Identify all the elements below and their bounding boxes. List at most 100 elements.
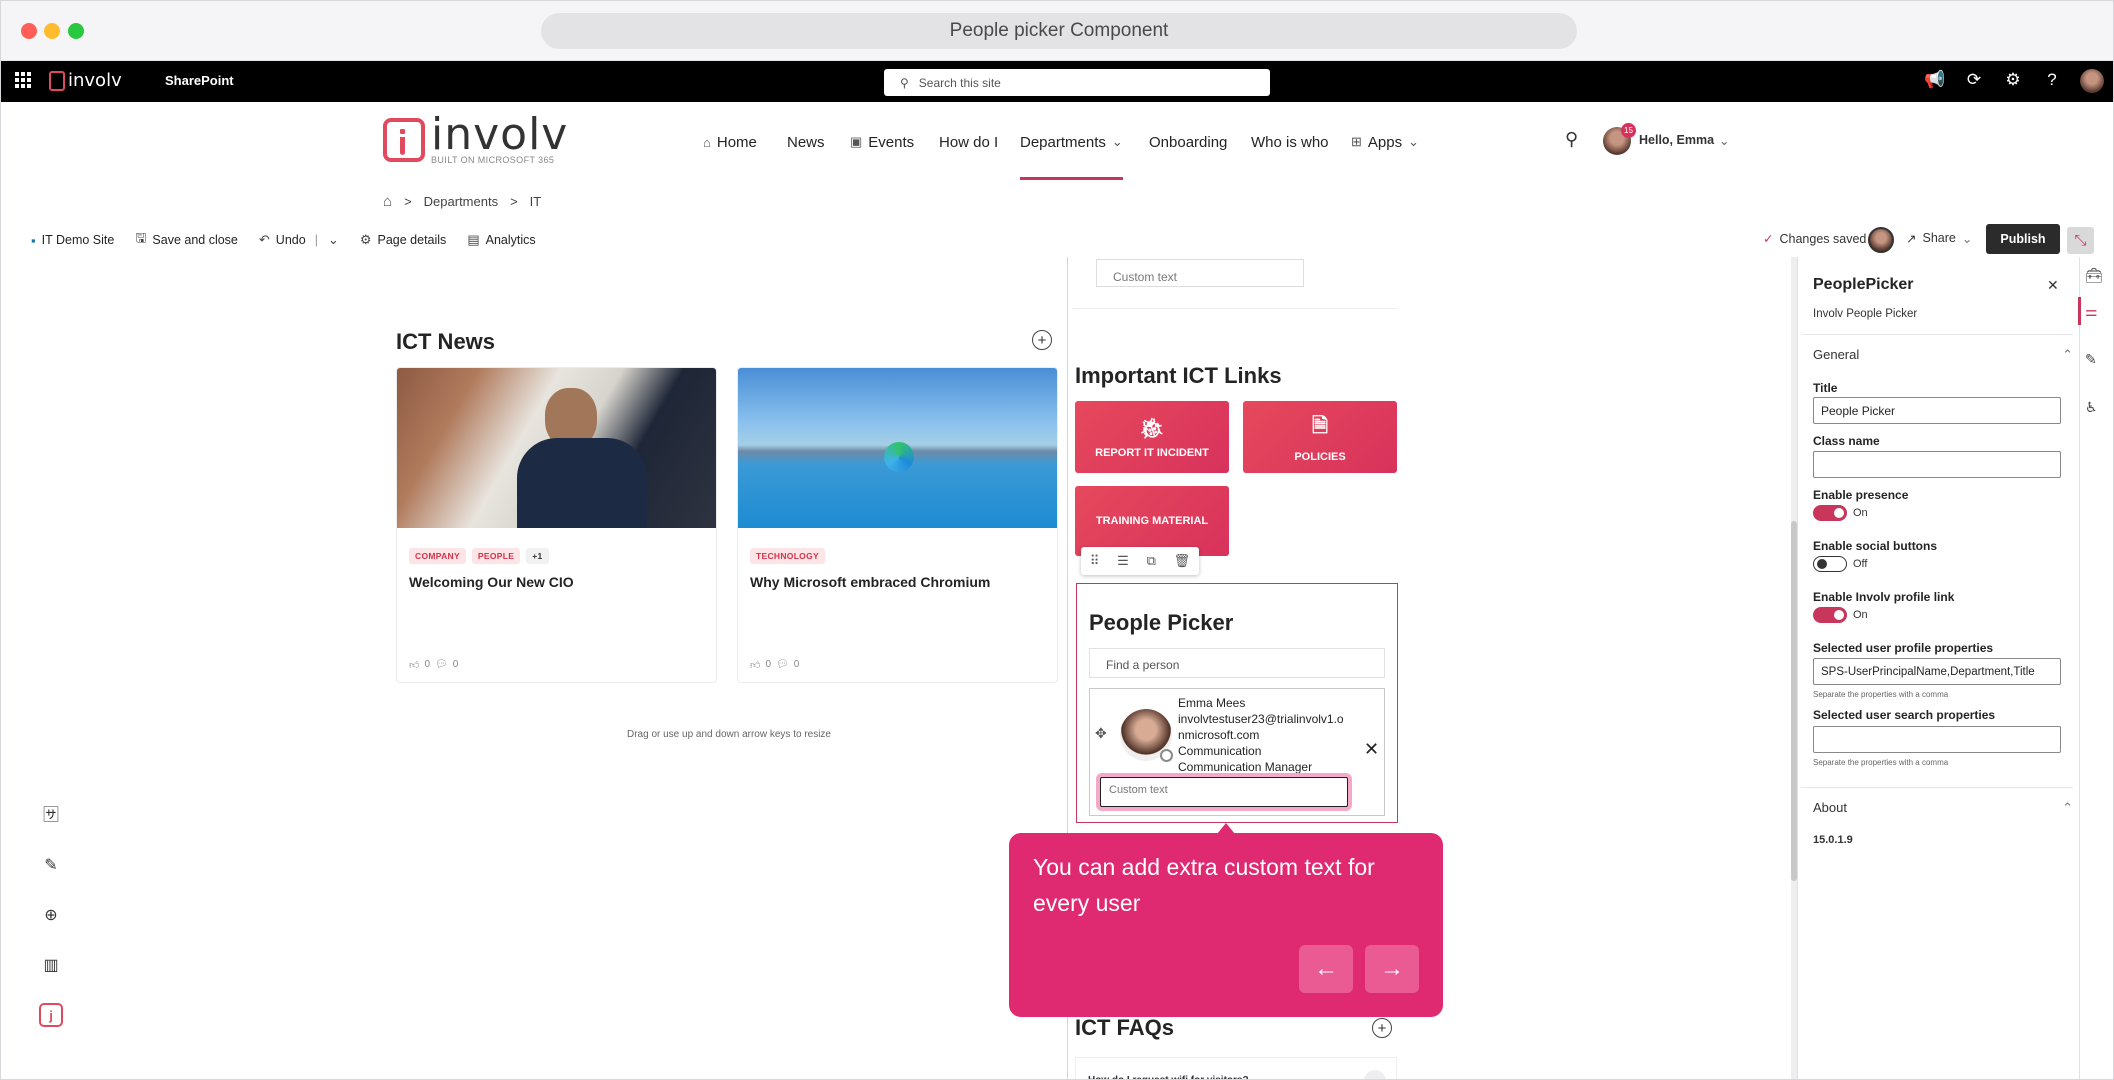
nav-item-onboarding[interactable]: Onboarding [1149,129,1227,155]
suite-logo[interactable]: involv [49,70,122,91]
app-name[interactable]: SharePoint [165,73,234,88]
undo-dropdown[interactable]: | ⌄ [315,232,339,248]
news-tag[interactable]: PEOPLE [471,548,521,564]
chevron-down-icon: ⌄ [327,232,339,247]
minimize-window-button[interactable] [44,23,60,39]
comment-icon[interactable]: 💬︎ [435,659,448,671]
megaphone-icon[interactable]: 📢 [1924,70,1946,90]
comment-icon[interactable]: 💬︎ [776,659,789,671]
user-menu[interactable]: Hello, Emma ⌄ [1639,133,1730,148]
page-settings-icon[interactable]: ▥ [39,953,63,977]
undo-icon: ↶ [258,232,270,247]
news-card-title[interactable]: Welcoming Our New CIO [409,574,704,590]
class-name-field[interactable] [1813,451,2061,478]
drag-handle-icon[interactable]: ✥ [1095,725,1107,742]
breadcrumb-departments[interactable]: Departments [424,194,498,209]
edit-properties-icon[interactable]: ☰ [1117,553,1129,569]
design-icon[interactable]: ✎ [2085,351,2097,368]
nav-item-news[interactable]: News [787,129,825,155]
custom-text-field[interactable]: Custom text [1096,259,1304,287]
like-icon[interactable]: 👍︎ [409,659,419,671]
profile-properties-field[interactable]: SPS-UserPrincipalName,Department,Title [1813,658,2061,685]
save-label: Save and close [152,233,238,247]
about-group-header[interactable]: About ⌃ [1813,800,2073,816]
people-picker-webpart[interactable]: People Picker Find a person ✥ Emma Mees … [1076,583,1398,823]
comment-count: 0 [452,659,459,670]
social-buttons-toggle[interactable] [1813,556,1847,572]
news-card[interactable]: COMPANY PEOPLE +1 Welcoming Our New CIO 👍︎… [396,367,717,683]
involv-logo[interactable]: involv BUILT ON MICROSOFT 365 [383,113,568,165]
page-details-button[interactable]: ⚙ Page details [360,232,446,248]
link-tile-report-incident[interactable]: 🐞︎ REPORT IT INCIDENT [1075,401,1229,473]
news-tag[interactable]: TECHNOLOGY [750,548,825,564]
nav-item-events[interactable]: ▣ Events [850,129,914,155]
undo-button[interactable]: ↶ Undo [259,232,306,248]
involv-brand-icon [383,118,425,162]
news-card[interactable]: TECHNOLOGY Why Microsoft embraced Chromi… [737,367,1058,683]
property-pane-subtitle: Involv People Picker [1813,308,1918,320]
close-window-button[interactable] [21,23,37,39]
edge-logo-icon [884,442,914,472]
accessibility-icon[interactable]: ♿︎ [2085,399,2098,416]
previous-step-button[interactable]: ← [1299,945,1353,993]
app-launcher-icon[interactable] [15,72,31,88]
news-card-title[interactable]: Why Microsoft embraced Chromium [750,574,1045,590]
tooltip-text: You can add extra custom text for every … [1033,854,1375,916]
profile-link-toggle[interactable] [1813,607,1847,623]
window-title: People picker Component [949,20,1169,41]
class-name-label: Class name [1813,434,1880,448]
link-tile-training[interactable]: TRAINING MATERIAL [1075,486,1229,556]
analytics-button[interactable]: ▤ Analytics [467,232,535,248]
nav-item-departments[interactable]: Departments ⌄ [1020,129,1123,155]
remove-person-icon[interactable]: ✕ [1364,739,1379,760]
like-icon[interactable]: 👍︎ [750,659,760,671]
news-tag[interactable]: COMPANY [409,548,466,564]
delete-icon[interactable]: 🗑︎ [1174,553,1191,569]
close-pane-icon[interactable]: ✕ [2047,277,2059,294]
divider [1801,787,2073,788]
add-page-icon[interactable]: ⊕ [39,903,63,927]
toolbox-icon[interactable]: 🧰︎ [2085,267,2103,284]
site-link[interactable]: ▪ IT Demo Site [31,233,114,248]
find-person-input[interactable]: Find a person [1089,648,1385,678]
breadcrumb-it[interactable]: IT [530,194,542,209]
home-icon[interactable]: ⌂ [383,193,392,210]
coauthor-avatar[interactable] [1868,227,1894,253]
account-avatar[interactable] [2080,69,2104,93]
drag-handle-icon[interactable]: ⠿ [1090,553,1100,569]
save-and-close-button[interactable]: 🖫 Save and close [135,229,238,251]
nav-item-who-is-who[interactable]: Who is who [1251,129,1329,155]
guided-tour-tooltip: You can add extra custom text for every … [1009,833,1443,1017]
general-group-header[interactable]: General ⌃ [1813,347,2073,363]
more-tags-badge[interactable]: +1 [526,548,549,564]
share-button[interactable]: ↗ Share ⌄ [1906,231,1972,246]
faq-item[interactable]: How do I request wifi for visitors? ⌄ [1075,1057,1397,1079]
add-section-icon[interactable]: + [1032,330,1052,350]
properties-icon[interactable]: ⚌ [2085,303,2098,320]
help-icon[interactable]: ? [2041,70,2063,90]
sync-icon[interactable]: ⟳ [1963,70,1985,90]
edit-page-icon[interactable]: ✎ [39,853,63,877]
nav-item-home[interactable]: ⌂ Home [703,129,757,155]
add-section-icon[interactable]: + [1372,1018,1392,1038]
title-field[interactable]: People Picker [1813,397,2061,424]
address-bar[interactable]: People picker Component [541,13,1577,49]
involv-app-icon[interactable]: j [39,1003,63,1027]
site-icon: ▪ [31,232,36,248]
publish-button[interactable]: Publish [1986,224,2060,254]
presence-toggle[interactable] [1813,505,1847,521]
collapse-panel-icon[interactable]: ⤡ [2067,227,2094,254]
duplicate-icon[interactable]: ⧉ [1147,553,1156,569]
search-properties-field[interactable] [1813,726,2061,753]
link-tile-policies[interactable]: 🗎 POLICIES [1243,401,1397,473]
search-icon[interactable]: ⚲ [1565,129,1578,150]
faq-question: How do I request wifi for visitors? [1076,1058,1396,1079]
nav-item-apps[interactable]: ⊞ Apps ⌄ [1351,129,1419,155]
settings-gear-icon[interactable]: ⚙ [2002,70,2024,90]
nav-item-how-do-i[interactable]: How do I [939,129,998,155]
translate-icon[interactable]: 🈂︎ [39,801,63,825]
site-search-input[interactable]: ⚲ Search this site [884,69,1270,96]
next-step-button[interactable]: → [1365,945,1419,993]
maximize-window-button[interactable] [68,23,84,39]
custom-text-input[interactable]: Custom text [1100,777,1348,807]
